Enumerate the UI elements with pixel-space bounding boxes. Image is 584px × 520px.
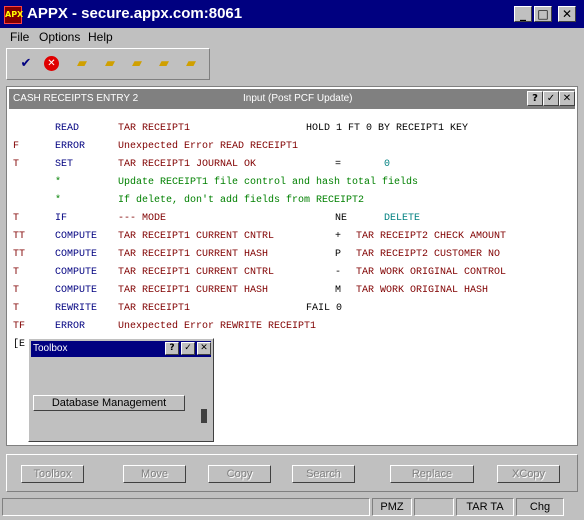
- code-arg: TAR RECEIPT1 CURRENT HASH: [118, 249, 269, 260]
- code-flag: TF: [13, 321, 26, 332]
- button-bar: Toolbox Move Copy Search Replace XCopy: [6, 454, 578, 492]
- code-tail: 0: [384, 159, 391, 170]
- code-verb: SET: [55, 159, 74, 170]
- code-verb: ERROR: [55, 141, 86, 152]
- code-tail: TAR RECEIPT2 CHECK AMOUNT: [356, 231, 507, 242]
- code-arg: TAR RECEIPT1 CURRENT HASH: [118, 285, 269, 296]
- code-flag: T: [13, 285, 20, 296]
- code-verb: IF: [55, 213, 68, 224]
- code-verb: READ: [55, 123, 80, 134]
- toolbox-button[interactable]: Toolbox: [21, 465, 84, 483]
- code-op: M: [335, 285, 342, 296]
- code-verb: ERROR: [55, 321, 86, 332]
- code-verb: *: [55, 177, 62, 188]
- folder-up-icon[interactable]: ▰: [101, 56, 119, 72]
- code-flag: T: [13, 213, 20, 224]
- menu-file[interactable]: File: [10, 30, 29, 44]
- toolbox-title: Toolbox: [33, 343, 68, 354]
- edit-window-mode: Input (Post PCF Update): [243, 93, 353, 104]
- code-tail: TAR RECEIPT2 CUSTOMER NO: [356, 249, 501, 260]
- code-arg: TAR RECEIPT1 JOURNAL OK: [118, 159, 257, 170]
- code-arg: --- MODE: [118, 213, 167, 224]
- toolbox-ok-button[interactable]: ✓: [181, 342, 195, 355]
- toolbar: ✔ ✕ ▰ ▰ ▰ ▰ ▰: [6, 48, 210, 80]
- code-verb: COMPUTE: [55, 231, 98, 242]
- close-button[interactable]: ✕: [558, 6, 576, 22]
- replace-button[interactable]: Replace: [390, 465, 474, 483]
- code-verb: COMPUTE: [55, 285, 98, 296]
- menu-options[interactable]: Options: [39, 30, 80, 44]
- menu-bar: File Options Help: [0, 28, 584, 46]
- code-verb: REWRITE: [55, 303, 98, 314]
- help-button[interactable]: ?: [527, 91, 543, 106]
- folder-search-icon[interactable]: ▰: [128, 56, 146, 72]
- code-verb: COMPUTE: [55, 267, 98, 278]
- code-flag: F: [13, 141, 20, 152]
- code-flag: T: [13, 159, 20, 170]
- toolbox-help-button[interactable]: ?: [165, 342, 179, 355]
- xcopy-button[interactable]: XCopy: [497, 465, 560, 483]
- window-title: APPX - secure.appx.com:8061: [27, 5, 243, 22]
- move-button[interactable]: Move: [123, 465, 186, 483]
- minimize-button[interactable]: _: [514, 6, 532, 22]
- code-flag: [E: [13, 339, 26, 350]
- title-bar: APX APPX - secure.appx.com:8061 _ □ ✕: [0, 0, 584, 28]
- status-pmz: PMZ: [372, 498, 412, 516]
- code-verb: *: [55, 195, 62, 206]
- edit-close-button[interactable]: ✕: [559, 91, 575, 106]
- code-arg: TAR RECEIPT1: [118, 123, 191, 134]
- folder-delete-icon[interactable]: ▰: [182, 56, 200, 72]
- code-tail: TAR WORK ORIGINAL HASH: [356, 285, 489, 296]
- maximize-button[interactable]: □: [534, 6, 552, 22]
- check-icon[interactable]: ✔: [17, 56, 35, 72]
- toolbox-window: Toolbox ? ✓ ✕ Database Management: [28, 338, 214, 442]
- code-arg: TAR RECEIPT1: [118, 303, 191, 314]
- ok-button[interactable]: ✓: [543, 91, 559, 106]
- code-op: HOLD 1 FT 0 BY RECEIPT1 KEY: [306, 123, 469, 134]
- code-arg: TAR RECEIPT1 CURRENT CNTRL: [118, 267, 275, 278]
- appx-logo-icon: APX: [4, 6, 23, 24]
- code-verb: COMPUTE: [55, 249, 98, 260]
- status-tar-ta: TAR TA: [456, 498, 514, 516]
- code-op: NE: [335, 213, 348, 224]
- code-flag: T: [13, 267, 20, 278]
- toolbox-title-bar[interactable]: Toolbox ? ✓ ✕: [31, 341, 211, 357]
- copy-button[interactable]: Copy: [208, 465, 271, 483]
- code-arg: TAR RECEIPT1 CURRENT CNTRL: [118, 231, 275, 242]
- search-button[interactable]: Search: [292, 465, 355, 483]
- code-flag: TT: [13, 231, 26, 242]
- menu-help[interactable]: Help: [88, 30, 113, 44]
- code-op: -: [335, 267, 342, 278]
- code-tail: DELETE: [384, 213, 421, 224]
- status-message: [2, 498, 370, 516]
- code-flag: TT: [13, 249, 26, 260]
- code-tail: TAR WORK ORIGINAL CONTROL: [356, 267, 507, 278]
- folder-edit-icon[interactable]: ▰: [155, 56, 173, 72]
- code-op: FAIL 0: [306, 303, 343, 314]
- code-op: P: [335, 249, 342, 260]
- status-bar: PMZ TAR TA Chg: [0, 496, 584, 520]
- status-empty: [414, 498, 454, 516]
- code-arg: Update RECEIPT1 file control and hash to…: [118, 177, 419, 188]
- new-folder-icon[interactable]: ▰: [73, 56, 91, 72]
- status-chg: Chg: [516, 498, 564, 516]
- toolbox-scroll-thumb[interactable]: [201, 409, 207, 423]
- code-arg: Unexpected Error READ RECEIPT1: [118, 141, 299, 152]
- database-management-button[interactable]: Database Management: [33, 395, 185, 411]
- code-flag: T: [13, 303, 20, 314]
- code-arg: Unexpected Error REWRITE RECEIPT1: [118, 321, 317, 332]
- code-arg: If delete, don't add fields from RECEIPT…: [118, 195, 365, 206]
- code-op: +: [335, 231, 342, 242]
- code-op: =: [335, 159, 342, 170]
- edit-window-title: CASH RECEIPTS ENTRY 2: [13, 93, 139, 104]
- cancel-icon[interactable]: ✕: [44, 56, 59, 71]
- toolbox-close-button[interactable]: ✕: [197, 342, 211, 355]
- edit-window-title-bar: CASH RECEIPTS ENTRY 2 Input (Post PCF Up…: [9, 89, 575, 109]
